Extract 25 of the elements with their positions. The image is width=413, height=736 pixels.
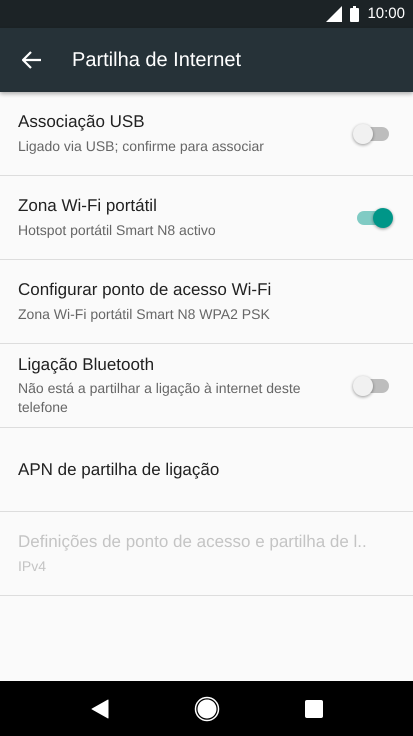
settings-item[interactable]: Ligação Bluetooth Não está a partilhar a ligação à internet deste telefone	[0, 344, 413, 428]
toggle-switch[interactable]	[355, 374, 391, 396]
item-title: Ligação Bluetooth	[18, 354, 156, 376]
item-summary: Não está a partilhar a ligação à internet deste telefone	[18, 379, 302, 418]
item-title: APN de partilha de ligação	[18, 458, 220, 480]
item-title: Zona Wi-Fi portátil	[18, 195, 158, 217]
item-summary: Zona Wi-Fi portátil Smart N8 WPA2 PSK	[18, 304, 271, 324]
item-title: Configurar ponto de acesso Wi-Fi	[18, 279, 272, 301]
item-title: Associação USB	[18, 111, 146, 133]
settings-item[interactable]: APN de partilha de ligação	[0, 428, 413, 512]
back-nav-icon[interactable]	[90, 698, 108, 718]
home-nav-icon[interactable]	[194, 696, 220, 722]
settings-item[interactable]: Configurar ponto de acesso Wi-Fi Zona Wi-Fi portátil Smart N8 WPA2 PSK	[0, 260, 413, 344]
back-icon	[22, 51, 42, 69]
screen-title: Partilha de Internet	[72, 48, 241, 73]
toggle-switch[interactable]	[355, 122, 391, 144]
toggle-switch[interactable]	[355, 206, 391, 228]
signal-icon	[326, 6, 342, 22]
status-time: 10:00	[367, 4, 405, 24]
item-summary: Hotspot portátil Smart N8 activo	[18, 220, 217, 240]
item-summary: Ligado via USB; confirme para associar	[18, 136, 265, 156]
recents-nav-icon[interactable]	[304, 700, 322, 718]
battery-icon	[350, 6, 360, 22]
settings-item[interactable]: Associação USB Ligado via USB; confirme para associar	[0, 92, 413, 176]
settings-item[interactable]: Zona Wi-Fi portátil Hotspot portátil Smart N8 activo	[0, 176, 413, 260]
